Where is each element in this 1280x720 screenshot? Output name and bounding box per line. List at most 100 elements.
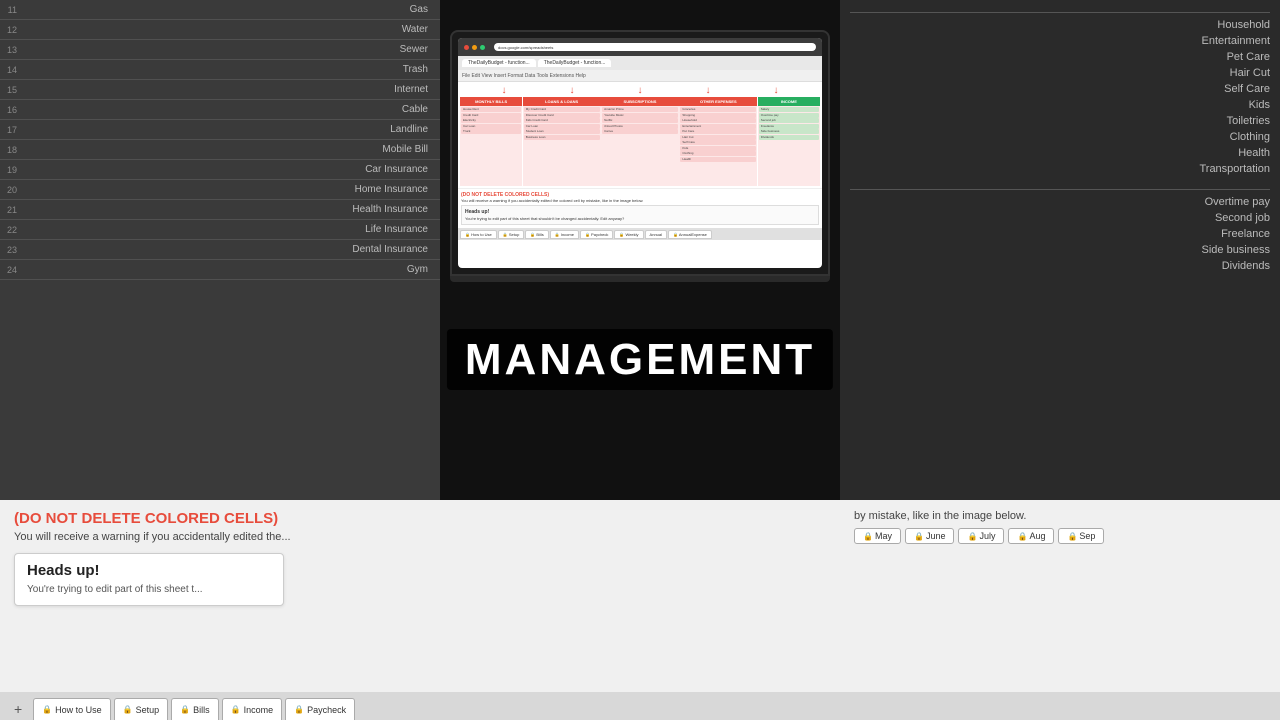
right-col2-item: Side business bbox=[850, 242, 1270, 258]
cells-loans: My Credit CardDiscover Credit CardKids C… bbox=[523, 106, 601, 186]
cells-subs: Amazon PrimeYoutube MusicNetflixiCloud P… bbox=[601, 106, 679, 186]
sheet-cell: Household bbox=[680, 118, 756, 123]
browser-tab-2[interactable]: TheDailyBudget - function... bbox=[538, 59, 612, 67]
spreadsheet-row: 16 Cable bbox=[0, 100, 440, 120]
spreadsheet-row: 17 Landline bbox=[0, 120, 440, 140]
sheet-tab-main[interactable]: 🔒 Setup bbox=[114, 698, 169, 720]
sheets-toolbar: File Edit View Insert Format Data Tools … bbox=[458, 70, 822, 82]
address-bar[interactable]: docs.google.com/spreadsheets bbox=[494, 43, 816, 51]
left-spreadsheet-rows: 11 Gas 12 Water 13 Sewer 14 Trash 15 Int… bbox=[0, 0, 440, 280]
spreadsheet-row: 24 Gym bbox=[0, 260, 440, 280]
laptop-sheet-tab[interactable]: 🔒 Income bbox=[550, 230, 579, 239]
right-col1-item: Transportation bbox=[850, 161, 1270, 177]
sheet-cell: Discover Credit Card bbox=[524, 113, 600, 118]
spreadsheet-row: 12 Water bbox=[0, 20, 440, 40]
sheet-cell: Truck bbox=[461, 129, 521, 134]
heads-up-text-laptop: You're trying to edit part of this sheet… bbox=[465, 216, 815, 221]
row-number: 24 bbox=[0, 265, 20, 275]
maximize-icon[interactable] bbox=[480, 45, 485, 50]
laptop-sheet-tab[interactable]: 🔒 AnnualExpense bbox=[668, 230, 712, 239]
sheet-cell: Self Care bbox=[680, 140, 756, 145]
row-content: Car Insurance bbox=[20, 164, 440, 175]
laptop-sheet-tab[interactable]: Annual bbox=[645, 230, 667, 239]
sheet-tab-main[interactable]: 🔒 Bills bbox=[171, 698, 218, 720]
spreadsheet-row: 18 Mobile Bill bbox=[0, 140, 440, 160]
sheet-tab-main[interactable]: 🔒 Income bbox=[222, 698, 282, 720]
sheet-cell: Second job bbox=[759, 118, 819, 123]
month-tab[interactable]: 🔒 July bbox=[958, 528, 1004, 544]
sheet-cell: Netflix bbox=[602, 118, 678, 123]
minimize-icon[interactable] bbox=[472, 45, 477, 50]
month-tab[interactable]: 🔒 May bbox=[854, 528, 901, 544]
right-col2-items: Overtime paySecond jobFreelanceSide busi… bbox=[850, 194, 1270, 274]
sheet-cell: Health bbox=[680, 157, 756, 162]
sheet-cell: Freelance bbox=[759, 124, 819, 129]
sheet-cell: Shopping bbox=[680, 113, 756, 118]
row-content: Cable bbox=[20, 104, 440, 115]
laptop-sheet-tab[interactable]: 🔒 How to Use bbox=[460, 230, 497, 239]
row-number: 15 bbox=[0, 85, 20, 95]
right-col2-item: Dividends bbox=[850, 258, 1270, 274]
spreadsheet-row: 22 Life Insurance bbox=[0, 220, 440, 240]
month-tab[interactable]: 🔒 Aug bbox=[1008, 528, 1054, 544]
spreadsheet-row: 13 Sewer bbox=[0, 40, 440, 60]
sheet-cell: Amazon Prime bbox=[602, 107, 678, 112]
month-tab[interactable]: 🔒 June bbox=[905, 528, 955, 544]
arrow-1: ↓ bbox=[502, 85, 507, 96]
laptop-sheet-tab[interactable]: 🔒 Paycheck bbox=[580, 230, 613, 239]
close-icon[interactable] bbox=[464, 45, 469, 50]
row-number: 21 bbox=[0, 205, 20, 215]
sheet-cell: Groceries bbox=[680, 107, 756, 112]
toolbar-label: File Edit View Insert Format Data Tools … bbox=[462, 73, 586, 79]
laptop-sheet-tab[interactable]: 🔒 Setup bbox=[498, 230, 525, 239]
cell-areas: House RentCredit CardElectricityCar Loan… bbox=[460, 106, 820, 186]
bottom-zone: (DO NOT DELETE COLORED CELLS) You will r… bbox=[0, 500, 1280, 720]
row-number: 22 bbox=[0, 225, 20, 235]
sheet-cell: Entertainment bbox=[680, 124, 756, 129]
arrow-4: ↓ bbox=[706, 85, 711, 96]
heads-up-text-main: You're trying to edit part of this sheet… bbox=[27, 583, 271, 597]
right-col1-item: Pet Care bbox=[850, 49, 1270, 65]
browser-tab-1[interactable]: TheDailyBudget - function... bbox=[462, 59, 536, 67]
row-number: 16 bbox=[0, 105, 20, 115]
cells-bills: House RentCredit CardElectricityCar Loan… bbox=[460, 106, 522, 186]
col-subscriptions: SUBSCRIPTIONS bbox=[601, 97, 679, 106]
sheet-cell: Overtime pay bbox=[759, 113, 819, 118]
management-overlay: MANAGEMENT bbox=[447, 335, 833, 385]
arrow-5: ↓ bbox=[774, 85, 779, 96]
row-content: Trash bbox=[20, 64, 440, 75]
heads-up-card-main: Heads up! You're trying to edit part of … bbox=[14, 553, 284, 606]
row-number: 18 bbox=[0, 145, 20, 155]
sheet-cell: iCloud Photos bbox=[602, 124, 678, 129]
arrows-row: ↓ ↓ ↓ ↓ ↓ bbox=[460, 84, 820, 97]
laptop-base bbox=[450, 276, 830, 282]
row-content: Internet bbox=[20, 84, 440, 95]
browser-tab-bar: TheDailyBudget - function... TheDailyBud… bbox=[458, 56, 822, 70]
heads-up-title-laptop: Heads up! bbox=[465, 209, 815, 215]
row-content: Mobile Bill bbox=[20, 144, 440, 155]
spreadsheet-row: 11 Gas bbox=[0, 0, 440, 20]
main-container: 11 Gas 12 Water 13 Sewer 14 Trash 15 Int… bbox=[0, 0, 1280, 720]
laptop-sheet-tab[interactable]: 🔒 Weekly bbox=[614, 230, 643, 239]
column-headers: MONTHLY BILLS LOANS & LOANS SUBSCRIPTION… bbox=[460, 97, 820, 106]
row-content: Dental Insurance bbox=[20, 244, 440, 255]
sheet-tab-main[interactable]: 🔒 Paycheck bbox=[285, 698, 355, 720]
add-sheet-button[interactable]: + bbox=[6, 698, 30, 720]
spreadsheet-row: 19 Car Insurance bbox=[0, 160, 440, 180]
sheet-tab-main[interactable]: 🔒 How to Use bbox=[33, 698, 111, 720]
sheet-cell: Hair Cut bbox=[680, 135, 756, 140]
sheet-cell: Side business bbox=[759, 129, 819, 134]
month-tab[interactable]: 🔒 Sep bbox=[1058, 528, 1104, 544]
row-content: Water bbox=[20, 24, 440, 35]
right-col1-item: Household bbox=[850, 17, 1270, 33]
arrow-3: ↓ bbox=[638, 85, 643, 96]
col-monthly-bills: MONTHLY BILLS bbox=[460, 97, 522, 106]
cells-other: GroceriesShoppingHouseholdEntertainmentP… bbox=[679, 106, 757, 186]
right-col1-item: Self Care bbox=[850, 81, 1270, 97]
sheet-cell: Student Loan bbox=[524, 129, 600, 134]
bottom-right-content: by mistake, like in the image below. 🔒 M… bbox=[840, 500, 1280, 720]
right-spreadsheet-content: HouseholdEntertainmentPet CareHair CutSe… bbox=[840, 0, 1280, 284]
heads-up-title-main: Heads up! bbox=[27, 562, 271, 579]
laptop-sheet-tab[interactable]: 🔒 Bills bbox=[525, 230, 548, 239]
right-col1-item: Clothing bbox=[850, 129, 1270, 145]
